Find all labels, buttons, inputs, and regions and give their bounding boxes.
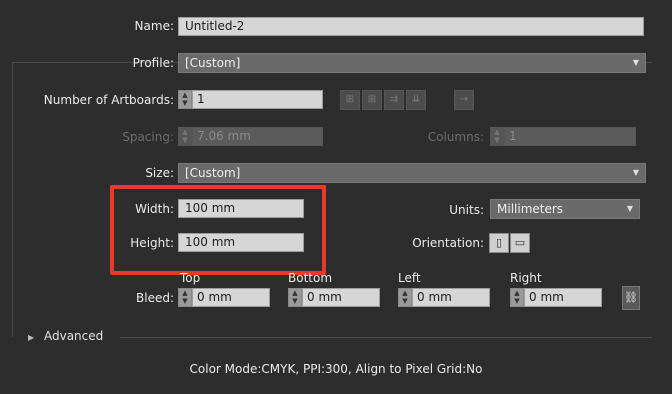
profile-select-value: [Custom] <box>185 56 241 70</box>
name-label: Name: <box>134 19 174 33</box>
size-select[interactable]: [Custom] ▼ <box>178 163 646 183</box>
grid-by-column-icon[interactable]: ⊞ <box>362 90 382 110</box>
bleed-right-field[interactable]: 0 mm <box>524 288 602 307</box>
grid-by-row-icon[interactable]: ⊞ <box>340 90 360 110</box>
stepper-arrows-icon[interactable]: ▲ ▼ <box>490 127 504 146</box>
stepper-arrows-icon[interactable]: ▲ ▼ <box>178 127 192 146</box>
chevron-down-icon: ▼ <box>626 204 633 213</box>
stepper-arrows-icon[interactable]: ▲ ▼ <box>398 288 412 307</box>
new-document-dialog: Name: Untitled-2 Profile: [Custom] ▼ Num… <box>0 0 672 394</box>
size-label: Size: <box>145 166 174 180</box>
orientation-label: Orientation: <box>412 236 484 250</box>
bleed-top-field[interactable]: 0 mm <box>192 288 270 307</box>
chevron-down-icon: ▼ <box>632 168 639 177</box>
stepper-arrows-icon[interactable]: ▲ ▼ <box>178 288 192 307</box>
arrange-by-row-icon[interactable]: ⇉ <box>384 90 404 110</box>
name-field[interactable]: Untitled-2 <box>178 17 644 36</box>
bleed-bottom-label: Bottom <box>288 271 333 285</box>
portrait-icon[interactable]: ▯ <box>489 233 509 253</box>
units-select[interactable]: Millimeters ▼ <box>490 199 640 219</box>
bleed-right-stepper[interactable]: ▲ ▼ 0 mm <box>510 288 606 307</box>
bleed-bottom-stepper[interactable]: ▲ ▼ 0 mm <box>288 288 384 307</box>
arrange-by-column-icon[interactable]: ⇊ <box>406 90 426 110</box>
spacing-stepper[interactable]: ▲ ▼ 7.06 mm <box>178 127 326 146</box>
bleed-top-label: Top <box>180 271 201 285</box>
landscape-icon[interactable]: ▭ <box>510 233 530 253</box>
layout-direction-icon[interactable]: → <box>454 90 474 110</box>
columns-stepper[interactable]: ▲ ▼ 1 <box>490 127 638 146</box>
stepper-arrows-icon[interactable]: ▲ ▼ <box>178 90 192 109</box>
spacing-label: Spacing: <box>122 130 174 144</box>
height-label: Height: <box>130 236 174 250</box>
document-summary: Color Mode:CMYK, PPI:300, Align to Pixel… <box>189 362 483 376</box>
height-field[interactable]: 100 mm <box>178 233 304 252</box>
chevron-down-icon: ▼ <box>632 58 639 67</box>
bleed-left-label: Left <box>398 271 421 285</box>
advanced-toggle[interactable]: ▶ Advanced <box>28 329 103 343</box>
units-label: Units: <box>449 203 484 217</box>
profile-select[interactable]: [Custom] ▼ <box>178 53 646 73</box>
artboards-stepper[interactable]: ▲ ▼ 1 <box>178 90 326 109</box>
artboards-field[interactable]: 1 <box>192 90 323 109</box>
spacing-field[interactable]: 7.06 mm <box>192 127 323 146</box>
bleed-left-field[interactable]: 0 mm <box>412 288 490 307</box>
columns-field[interactable]: 1 <box>504 127 636 146</box>
advanced-label: Advanced <box>43 329 104 343</box>
columns-label: Columns: <box>427 130 484 144</box>
stepper-arrows-icon[interactable]: ▲ ▼ <box>288 288 302 307</box>
bleed-top-stepper[interactable]: ▲ ▼ 0 mm <box>178 288 274 307</box>
width-field[interactable]: 100 mm <box>178 199 304 218</box>
bleed-bottom-field[interactable]: 0 mm <box>302 288 380 307</box>
size-select-value: [Custom] <box>185 166 241 180</box>
bleed-label: Bleed: <box>136 291 174 305</box>
bleed-right-label: Right <box>510 271 542 285</box>
units-select-value: Millimeters <box>497 202 564 216</box>
link-bleed-icon[interactable]: ⛓ <box>622 286 640 310</box>
stepper-arrows-icon[interactable]: ▲ ▼ <box>510 288 524 307</box>
artboards-label: Number of Artboards: <box>43 93 174 107</box>
width-label: Width: <box>135 202 174 216</box>
disclosure-triangle-icon: ▶ <box>28 333 35 342</box>
bleed-left-stepper[interactable]: ▲ ▼ 0 mm <box>398 288 494 307</box>
advanced-divider <box>120 337 652 338</box>
profile-label: Profile: <box>132 56 174 70</box>
